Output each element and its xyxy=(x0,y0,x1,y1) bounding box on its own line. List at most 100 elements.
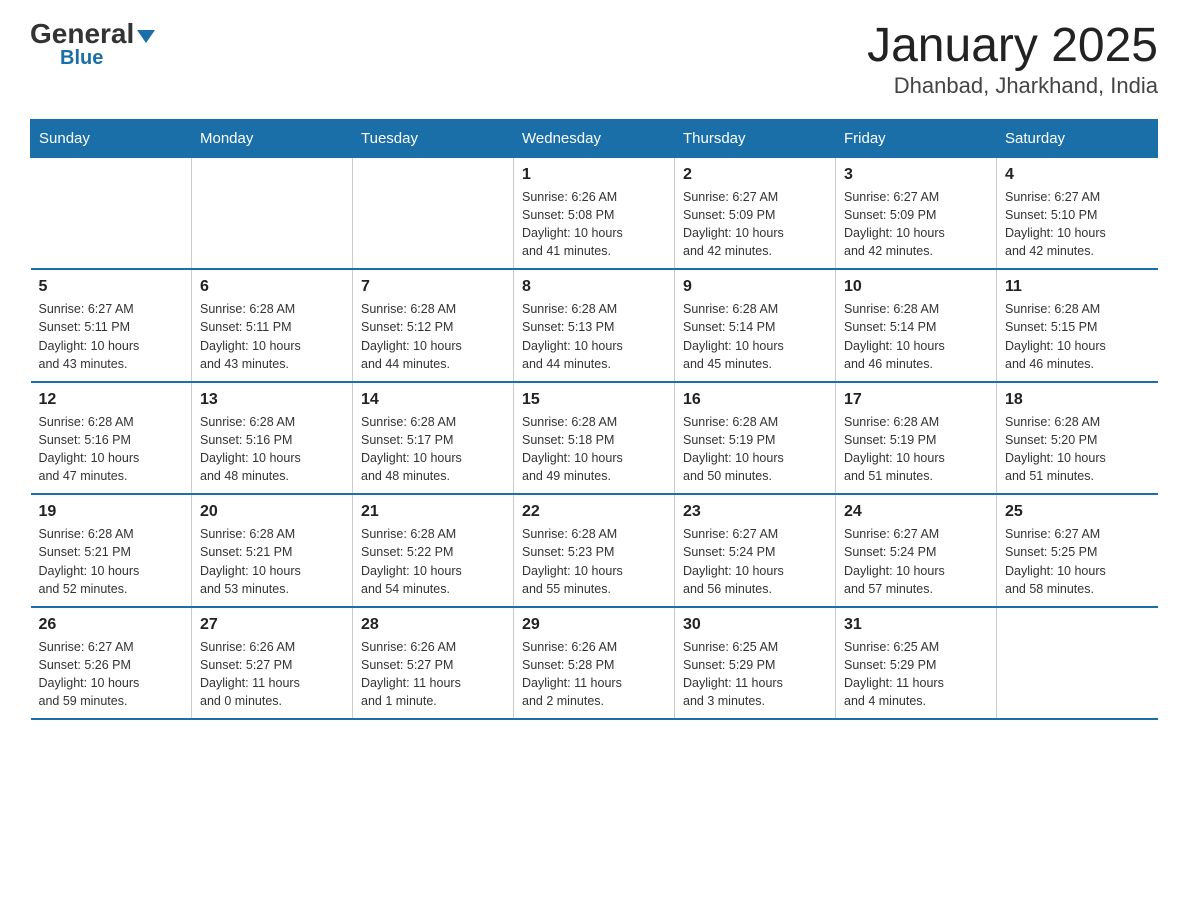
day-info: Sunrise: 6:25 AM Sunset: 5:29 PM Dayligh… xyxy=(844,640,944,708)
calendar-week-row: 26 Sunrise: 6:27 AM Sunset: 5:26 PM Dayli… xyxy=(31,607,1158,720)
day-info: Sunrise: 6:27 AM Sunset: 5:09 PM Dayligh… xyxy=(844,190,945,258)
calendar-day-cell: 24 Sunrise: 6:27 AM Sunset: 5:24 PM Dayli… xyxy=(836,494,997,607)
day-number: 18 xyxy=(1005,391,1150,409)
days-of-week-row: SundayMondayTuesdayWednesdayThursdayFrid… xyxy=(31,119,1158,157)
calendar-day-cell: 14 Sunrise: 6:28 AM Sunset: 5:17 PM Dayli… xyxy=(353,382,514,495)
day-number: 3 xyxy=(844,166,988,184)
day-number: 28 xyxy=(361,616,505,634)
calendar-day-cell: 4 Sunrise: 6:27 AM Sunset: 5:10 PM Daylig… xyxy=(997,157,1158,269)
day-info: Sunrise: 6:27 AM Sunset: 5:10 PM Dayligh… xyxy=(1005,190,1106,258)
calendar-day-cell: 31 Sunrise: 6:25 AM Sunset: 5:29 PM Dayli… xyxy=(836,607,997,720)
day-info: Sunrise: 6:26 AM Sunset: 5:27 PM Dayligh… xyxy=(200,640,300,708)
day-info: Sunrise: 6:28 AM Sunset: 5:15 PM Dayligh… xyxy=(1005,302,1106,370)
calendar-day-cell: 10Sunrise: 6:28 AM Sunset: 5:14 PM Dayli… xyxy=(836,269,997,382)
day-info: Sunrise: 6:28 AM Sunset: 5:22 PM Dayligh… xyxy=(361,527,462,595)
calendar-day-cell: 5Sunrise: 6:27 AM Sunset: 5:11 PM Daylig… xyxy=(31,269,192,382)
calendar-day-cell: 13 Sunrise: 6:28 AM Sunset: 5:16 PM Dayli… xyxy=(192,382,353,495)
day-info: Sunrise: 6:27 AM Sunset: 5:24 PM Dayligh… xyxy=(844,527,945,595)
day-info: Sunrise: 6:28 AM Sunset: 5:19 PM Dayligh… xyxy=(683,415,784,483)
day-info: Sunrise: 6:28 AM Sunset: 5:12 PM Dayligh… xyxy=(361,302,462,370)
logo-triangle-icon xyxy=(137,30,155,43)
calendar-day-cell: 22Sunrise: 6:28 AM Sunset: 5:23 PM Dayli… xyxy=(514,494,675,607)
day-info: Sunrise: 6:28 AM Sunset: 5:11 PM Dayligh… xyxy=(200,302,301,370)
calendar-day-cell: 11 Sunrise: 6:28 AM Sunset: 5:15 PM Dayli… xyxy=(997,269,1158,382)
calendar-day-cell: 28 Sunrise: 6:26 AM Sunset: 5:27 PM Dayli… xyxy=(353,607,514,720)
day-info: Sunrise: 6:26 AM Sunset: 5:08 PM Dayligh… xyxy=(522,190,623,258)
day-number: 7 xyxy=(361,278,505,296)
day-number: 24 xyxy=(844,503,988,521)
empty-day-cell xyxy=(192,157,353,269)
day-info: Sunrise: 6:28 AM Sunset: 5:21 PM Dayligh… xyxy=(200,527,301,595)
day-number: 13 xyxy=(200,391,344,409)
day-of-week-header-monday: Monday xyxy=(192,119,353,157)
calendar-week-row: 19 Sunrise: 6:28 AM Sunset: 5:21 PM Dayli… xyxy=(31,494,1158,607)
day-info: Sunrise: 6:28 AM Sunset: 5:21 PM Dayligh… xyxy=(39,527,140,595)
calendar-day-cell: 30 Sunrise: 6:25 AM Sunset: 5:29 PM Dayli… xyxy=(675,607,836,720)
calendar-day-cell: 29 Sunrise: 6:26 AM Sunset: 5:28 PM Dayli… xyxy=(514,607,675,720)
calendar-subtitle: Dhanbad, Jharkhand, India xyxy=(867,73,1158,99)
day-number: 5 xyxy=(39,278,184,296)
day-info: Sunrise: 6:27 AM Sunset: 5:26 PM Dayligh… xyxy=(39,640,140,708)
empty-day-cell xyxy=(353,157,514,269)
day-of-week-header-sunday: Sunday xyxy=(31,119,192,157)
day-of-week-header-wednesday: Wednesday xyxy=(514,119,675,157)
day-number: 26 xyxy=(39,616,184,634)
day-number: 11 xyxy=(1005,278,1150,296)
day-info: Sunrise: 6:27 AM Sunset: 5:25 PM Dayligh… xyxy=(1005,527,1106,595)
day-info: Sunrise: 6:28 AM Sunset: 5:17 PM Dayligh… xyxy=(361,415,462,483)
day-number: 25 xyxy=(1005,503,1150,521)
day-info: Sunrise: 6:28 AM Sunset: 5:23 PM Dayligh… xyxy=(522,527,623,595)
calendar-day-cell: 3 Sunrise: 6:27 AM Sunset: 5:09 PM Daylig… xyxy=(836,157,997,269)
day-info: Sunrise: 6:28 AM Sunset: 5:19 PM Dayligh… xyxy=(844,415,945,483)
day-number: 4 xyxy=(1005,166,1150,184)
day-number: 27 xyxy=(200,616,344,634)
calendar-week-row: 1 Sunrise: 6:26 AM Sunset: 5:08 PM Daylig… xyxy=(31,157,1158,269)
logo-blue-text: Blue xyxy=(60,48,103,68)
day-number: 9 xyxy=(683,278,827,296)
empty-day-cell xyxy=(997,607,1158,720)
day-of-week-header-tuesday: Tuesday xyxy=(353,119,514,157)
day-of-week-header-thursday: Thursday xyxy=(675,119,836,157)
day-number: 17 xyxy=(844,391,988,409)
day-info: Sunrise: 6:28 AM Sunset: 5:13 PM Dayligh… xyxy=(522,302,623,370)
day-number: 14 xyxy=(361,391,505,409)
calendar-day-cell: 2Sunrise: 6:27 AM Sunset: 5:09 PM Daylig… xyxy=(675,157,836,269)
page-header: General Blue January 2025 Dhanbad, Jhark… xyxy=(30,20,1158,99)
day-info: Sunrise: 6:28 AM Sunset: 5:20 PM Dayligh… xyxy=(1005,415,1106,483)
calendar-day-cell: 1 Sunrise: 6:26 AM Sunset: 5:08 PM Daylig… xyxy=(514,157,675,269)
day-number: 30 xyxy=(683,616,827,634)
day-of-week-header-saturday: Saturday xyxy=(997,119,1158,157)
day-info: Sunrise: 6:28 AM Sunset: 5:14 PM Dayligh… xyxy=(844,302,945,370)
day-number: 29 xyxy=(522,616,666,634)
day-of-week-header-friday: Friday xyxy=(836,119,997,157)
day-info: Sunrise: 6:27 AM Sunset: 5:24 PM Dayligh… xyxy=(683,527,784,595)
day-number: 19 xyxy=(39,503,184,521)
calendar-day-cell: 25 Sunrise: 6:27 AM Sunset: 5:25 PM Dayli… xyxy=(997,494,1158,607)
day-info: Sunrise: 6:27 AM Sunset: 5:09 PM Dayligh… xyxy=(683,190,784,258)
day-info: Sunrise: 6:26 AM Sunset: 5:28 PM Dayligh… xyxy=(522,640,622,708)
day-number: 6 xyxy=(200,278,344,296)
title-section: January 2025 Dhanbad, Jharkhand, India xyxy=(867,20,1158,99)
day-number: 16 xyxy=(683,391,827,409)
day-number: 21 xyxy=(361,503,505,521)
day-info: Sunrise: 6:28 AM Sunset: 5:18 PM Dayligh… xyxy=(522,415,623,483)
calendar-table: SundayMondayTuesdayWednesdayThursdayFrid… xyxy=(30,119,1158,721)
day-info: Sunrise: 6:26 AM Sunset: 5:27 PM Dayligh… xyxy=(361,640,461,708)
day-number: 15 xyxy=(522,391,666,409)
day-info: Sunrise: 6:25 AM Sunset: 5:29 PM Dayligh… xyxy=(683,640,783,708)
day-number: 31 xyxy=(844,616,988,634)
day-number: 1 xyxy=(522,166,666,184)
calendar-day-cell: 12Sunrise: 6:28 AM Sunset: 5:16 PM Dayli… xyxy=(31,382,192,495)
logo-general-text: General xyxy=(30,20,134,48)
day-info: Sunrise: 6:28 AM Sunset: 5:14 PM Dayligh… xyxy=(683,302,784,370)
day-number: 20 xyxy=(200,503,344,521)
calendar-day-cell: 9 Sunrise: 6:28 AM Sunset: 5:14 PM Daylig… xyxy=(675,269,836,382)
calendar-day-cell: 19 Sunrise: 6:28 AM Sunset: 5:21 PM Dayli… xyxy=(31,494,192,607)
calendar-day-cell: 7 Sunrise: 6:28 AM Sunset: 5:12 PM Daylig… xyxy=(353,269,514,382)
calendar-day-cell: 23Sunrise: 6:27 AM Sunset: 5:24 PM Dayli… xyxy=(675,494,836,607)
calendar-day-cell: 17 Sunrise: 6:28 AM Sunset: 5:19 PM Dayli… xyxy=(836,382,997,495)
calendar-body: 1 Sunrise: 6:26 AM Sunset: 5:08 PM Daylig… xyxy=(31,157,1158,719)
calendar-day-cell: 20 Sunrise: 6:28 AM Sunset: 5:21 PM Dayli… xyxy=(192,494,353,607)
day-number: 12 xyxy=(39,391,184,409)
day-info: Sunrise: 6:28 AM Sunset: 5:16 PM Dayligh… xyxy=(200,415,301,483)
